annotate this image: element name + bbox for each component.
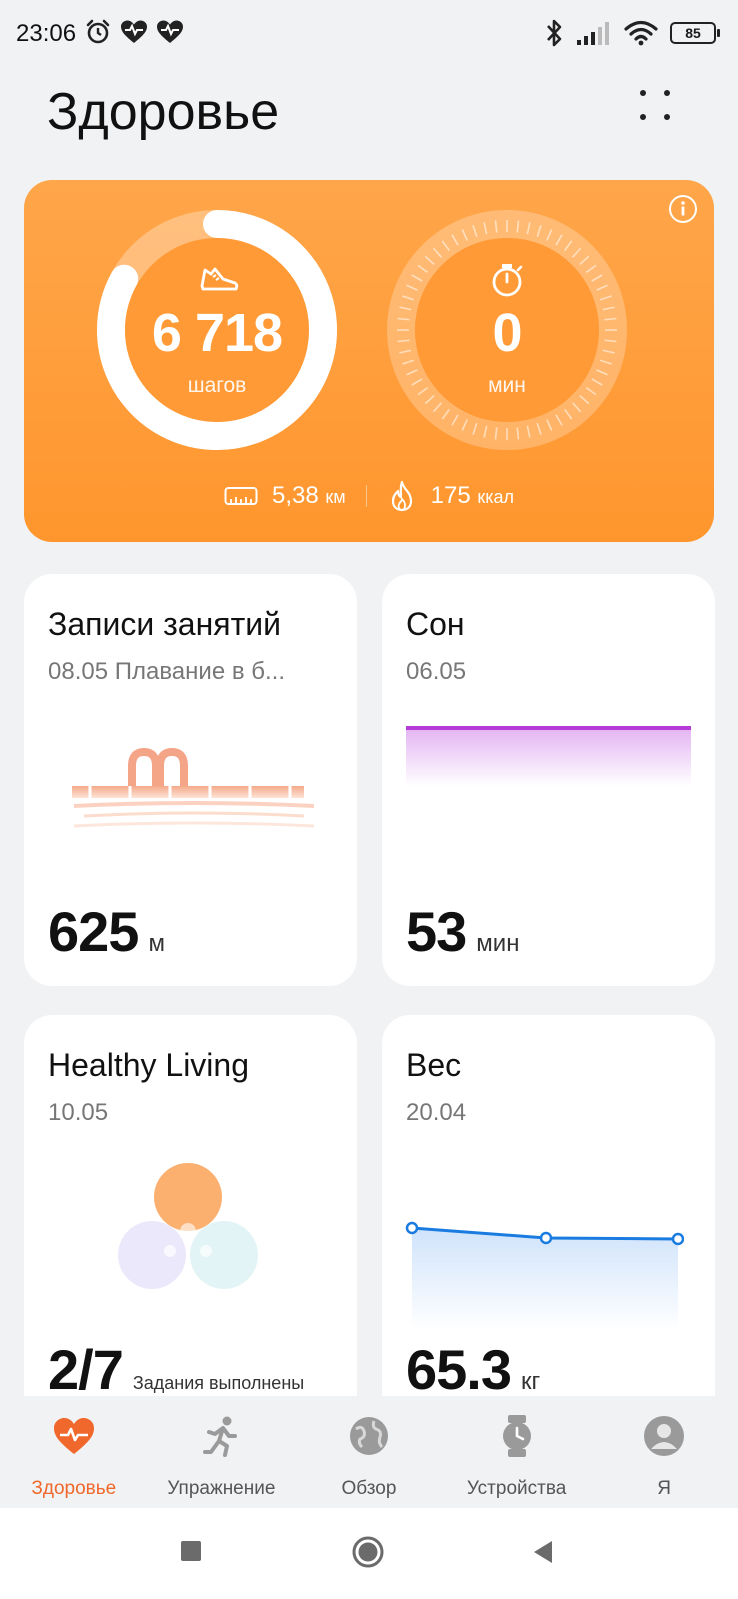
calories-unit: ккал <box>477 487 515 507</box>
wifi-icon <box>624 20 658 46</box>
weight-tile[interactable]: Вес 20.04 65.3 кг <box>382 1015 715 1396</box>
nav-label: Устройства <box>466 1478 567 1499</box>
home-button[interactable] <box>352 1536 384 1568</box>
sleep-chart <box>406 726 691 786</box>
tile-title: Записи занятий <box>48 606 281 642</box>
divider <box>365 485 367 507</box>
signal-icon <box>577 22 609 45</box>
activity-summary: 5,38 км 175 ккал <box>24 480 714 512</box>
nav-label: Я <box>657 1478 672 1499</box>
healthy-living-rings <box>118 1163 258 1289</box>
tile-title: Сон <box>406 606 465 642</box>
nav-item-overview[interactable]: Обзор <box>295 1396 443 1508</box>
user-icon <box>644 1416 685 1456</box>
workout-distance-unit: м <box>148 930 165 957</box>
minutes-label: мин <box>488 374 526 397</box>
tile-subtitle: 08.05 Плавание в б... <box>48 658 285 685</box>
info-icon[interactable] <box>668 194 698 224</box>
tasks-completed-value: 2/7 <box>48 1338 124 1396</box>
dot <box>640 114 646 120</box>
dot <box>664 90 670 96</box>
battery-indicator: 85 <box>670 22 720 44</box>
bluetooth-icon <box>547 19 562 47</box>
weight-value: 65.3 <box>406 1338 512 1396</box>
steps-label: шагов <box>187 374 247 397</box>
tile-subtitle: 10.05 <box>48 1099 109 1126</box>
tasks-completed-label: Задания выполнены <box>132 1373 305 1393</box>
bottom-navigation: Здоровье Упражнение Обзор Устройства Я <box>0 1396 738 1508</box>
activity-card[interactable]: 6 718 шагов 0 мин 5,38 км 175 ккал <box>24 180 714 542</box>
tile-title: Healthy Living <box>48 1047 249 1083</box>
nav-label: Упражнение <box>167 1478 276 1499</box>
nav-label: Обзор <box>341 1478 397 1499</box>
nav-item-health[interactable]: Здоровье <box>0 1396 148 1508</box>
minutes-ring[interactable]: 0 мин <box>387 210 627 450</box>
tile-title: Вес <box>406 1047 462 1083</box>
weight-trend-chart <box>405 1221 684 1330</box>
nav-item-devices[interactable]: Устройства <box>443 1396 591 1508</box>
tile-subtitle: 06.05 <box>406 658 467 685</box>
minutes-value: 0 <box>492 303 522 363</box>
tile-subtitle: 20.04 <box>406 1099 467 1126</box>
heart-rate-icon <box>121 20 147 43</box>
data-point <box>539 1231 553 1245</box>
sleep-duration-value: 53 <box>406 900 467 963</box>
steps-ring[interactable]: 6 718 шагов <box>97 210 337 450</box>
stopwatch-icon <box>492 264 523 297</box>
dot <box>664 114 670 120</box>
calories-value: 175 <box>430 482 471 509</box>
more-options-button[interactable] <box>640 90 680 130</box>
status-bar: 23:06 85 <box>0 0 738 70</box>
dot <box>640 90 646 96</box>
nav-label: Здоровье <box>31 1478 117 1499</box>
watch-icon <box>502 1415 531 1457</box>
workout-distance-value: 625 <box>48 900 139 963</box>
heart-icon <box>53 1418 94 1454</box>
distance-unit: км <box>325 487 346 507</box>
sleep-duration-unit: мин <box>476 930 520 957</box>
data-point <box>405 1221 419 1235</box>
recents-button[interactable] <box>180 1540 202 1562</box>
flame-icon <box>391 480 412 512</box>
shoe-icon <box>200 267 239 291</box>
weight-unit: кг <box>521 1368 541 1395</box>
alarm-icon <box>86 19 110 44</box>
sleep-tile[interactable]: Сон 06.05 53 мин <box>382 574 715 986</box>
steps-value: 6 718 <box>151 303 283 363</box>
ruler-icon <box>224 487 258 505</box>
heart-rate-icon <box>157 20 183 43</box>
running-icon <box>203 1416 238 1457</box>
healthy-living-tile[interactable]: Healthy Living 10.05 2/7 Задания выполне… <box>24 1015 357 1396</box>
swimming-pool-icon <box>72 747 315 828</box>
workouts-tile[interactable]: Записи занятий 08.05 Плавание в б... 625… <box>24 574 357 986</box>
nav-item-exercise[interactable]: Упражнение <box>148 1396 296 1508</box>
distance-value: 5,38 <box>271 482 319 509</box>
globe-icon <box>349 1417 388 1455</box>
status-time: 23:06 <box>16 20 77 47</box>
back-button[interactable] <box>532 1540 554 1564</box>
data-point <box>671 1232 684 1246</box>
nav-item-me[interactable]: Я <box>590 1396 738 1508</box>
page-title: Здоровье <box>47 83 280 141</box>
